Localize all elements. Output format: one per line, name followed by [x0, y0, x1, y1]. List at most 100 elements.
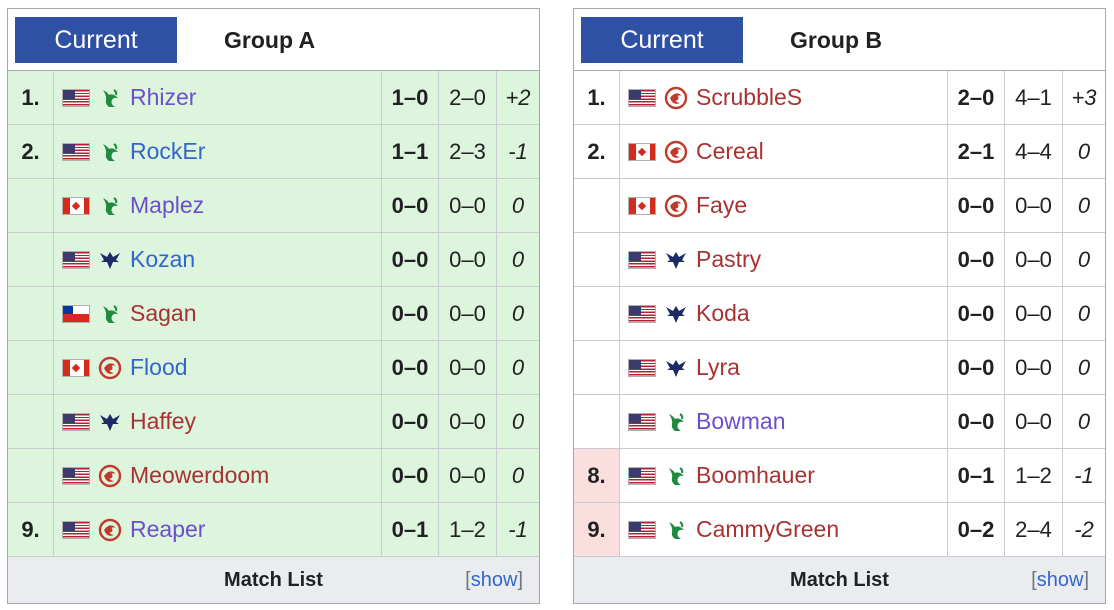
- rank: 2.: [8, 125, 54, 178]
- player-cell: Rhizer: [54, 71, 382, 124]
- show-toggle: [show]: [465, 569, 523, 592]
- player-name-link[interactable]: Bowman: [696, 408, 785, 435]
- standings-row: Flood 0–0 0–0 0: [8, 341, 539, 395]
- game-score: 0–0: [439, 179, 497, 232]
- show-close-bracket: ]: [517, 568, 523, 591]
- player-cell: Bowman: [620, 395, 948, 448]
- player-name-link[interactable]: Cereal: [696, 138, 764, 165]
- canada-flag-icon: [628, 142, 656, 161]
- player-name-link[interactable]: Boomhauer: [696, 462, 815, 489]
- match-score: 1–0: [382, 71, 439, 124]
- player-name-link[interactable]: Faye: [696, 192, 747, 219]
- rank: 9.: [574, 503, 620, 556]
- standings-row: 8. Boomhauer 0–1 1–2 -1: [574, 449, 1105, 503]
- us-flag-icon: [62, 520, 90, 539]
- standings-table: 1. Rhizer 1–0 2–0 +2 2. RockEr 1–1 2–3 -1 Maplez 0–…: [8, 71, 539, 557]
- standings-row: 1. ScrubbleS 2–0 4–1 +3: [574, 71, 1105, 125]
- group-a-header: Current Group A: [8, 9, 539, 71]
- game-diff: -2: [1074, 516, 1094, 542]
- game-score: 1–2: [439, 503, 497, 556]
- game-score: 0–0: [1005, 395, 1063, 448]
- standings-row: 2. Cereal 2–1 4–4 0: [574, 125, 1105, 179]
- player-name-link[interactable]: Reaper: [130, 516, 205, 543]
- protoss-race-icon: [664, 518, 688, 542]
- player-name-link[interactable]: Pastry: [696, 246, 761, 273]
- match-score: 0–0: [382, 395, 439, 448]
- rank: 2.: [574, 125, 620, 178]
- player-name-link[interactable]: ScrubbleS: [696, 84, 802, 111]
- zerg-race-icon: [98, 356, 122, 380]
- show-link[interactable]: show: [1037, 569, 1084, 591]
- zerg-race-icon: [98, 518, 122, 542]
- match-score: 2–0: [948, 71, 1005, 124]
- show-close-bracket: ]: [1083, 568, 1089, 591]
- player-cell: ScrubbleS: [620, 71, 948, 124]
- rank: [8, 179, 54, 232]
- player-name-link[interactable]: Flood: [130, 354, 188, 381]
- standings-row: Koda 0–0 0–0 0: [574, 287, 1105, 341]
- player-name-link[interactable]: Meowerdoom: [130, 462, 269, 489]
- match-score: 0–0: [382, 179, 439, 232]
- player-cell: Haffey: [54, 395, 382, 448]
- standings-row: Kozan 0–0 0–0 0: [8, 233, 539, 287]
- tab-current[interactable]: Current: [15, 17, 177, 63]
- game-diff: 0: [1077, 408, 1091, 434]
- rank: [8, 395, 54, 448]
- game-diff: 0: [497, 395, 539, 448]
- player-name-link[interactable]: Sagan: [130, 300, 197, 327]
- match-score: 0–0: [382, 287, 439, 340]
- group-b-header: Current Group B: [574, 9, 1105, 71]
- player-cell: RockEr: [54, 125, 382, 178]
- player-cell: Flood: [54, 341, 382, 394]
- player-name-link[interactable]: Koda: [696, 300, 750, 327]
- player-cell: Lyra: [620, 341, 948, 394]
- player-name-link[interactable]: Kozan: [130, 246, 195, 273]
- terran-race-icon: [98, 410, 122, 434]
- match-score: 0–0: [948, 341, 1005, 394]
- rank: 9.: [8, 503, 54, 556]
- terran-race-icon: [98, 248, 122, 272]
- protoss-race-icon: [98, 140, 122, 164]
- group-title: Group A: [224, 26, 316, 53]
- us-flag-icon: [62, 142, 90, 161]
- player-cell: Faye: [620, 179, 948, 232]
- player-name-link[interactable]: CammyGreen: [696, 516, 839, 543]
- player-name-link[interactable]: Rhizer: [130, 84, 196, 111]
- player-cell: Kozan: [54, 233, 382, 286]
- player-name-link[interactable]: Maplez: [130, 192, 204, 219]
- game-score: 0–0: [1005, 233, 1063, 286]
- player-cell: Pastry: [620, 233, 948, 286]
- game-score: 0–0: [1005, 341, 1063, 394]
- standings-row: Maplez 0–0 0–0 0: [8, 179, 539, 233]
- player-cell: Boomhauer: [620, 449, 948, 502]
- zerg-race-icon: [664, 140, 688, 164]
- canada-flag-icon: [628, 196, 656, 215]
- standings-row: 1. Rhizer 1–0 2–0 +2: [8, 71, 539, 125]
- rank: [8, 449, 54, 502]
- game-diff: 0: [1077, 138, 1091, 164]
- show-link[interactable]: show: [471, 569, 518, 591]
- standings-row: Lyra 0–0 0–0 0: [574, 341, 1105, 395]
- game-score: 1–2: [1005, 449, 1063, 502]
- game-score: 4–1: [1005, 71, 1063, 124]
- group-b-footer: Match List [show]: [574, 557, 1105, 603]
- game-score: 0–0: [439, 341, 497, 394]
- match-score: 0–0: [948, 287, 1005, 340]
- player-name-link[interactable]: Lyra: [696, 354, 740, 381]
- group-b-panel: Current Group B 1. ScrubbleS 2–0 4–1 +3 2. Cer…: [573, 8, 1106, 604]
- player-name-link[interactable]: RockEr: [130, 138, 205, 165]
- rank: [8, 233, 54, 286]
- tab-current[interactable]: Current: [581, 17, 743, 63]
- group-title: Group B: [790, 26, 882, 53]
- player-cell: CammyGreen: [620, 503, 948, 556]
- us-flag-icon: [628, 88, 656, 107]
- group-a-panel: Current Group A 1. Rhizer 1–0 2–0 +2 2. RockEr…: [7, 8, 540, 604]
- standings-row: 9. CammyGreen 0–2 2–4 -2: [574, 503, 1105, 557]
- standings-row: Bowman 0–0 0–0 0: [574, 395, 1105, 449]
- player-name-link[interactable]: Haffey: [130, 408, 196, 435]
- game-diff: 0: [1077, 246, 1091, 272]
- game-diff: 0: [1077, 300, 1091, 326]
- us-flag-icon: [628, 250, 656, 269]
- us-flag-icon: [62, 466, 90, 485]
- match-score: 0–1: [948, 449, 1005, 502]
